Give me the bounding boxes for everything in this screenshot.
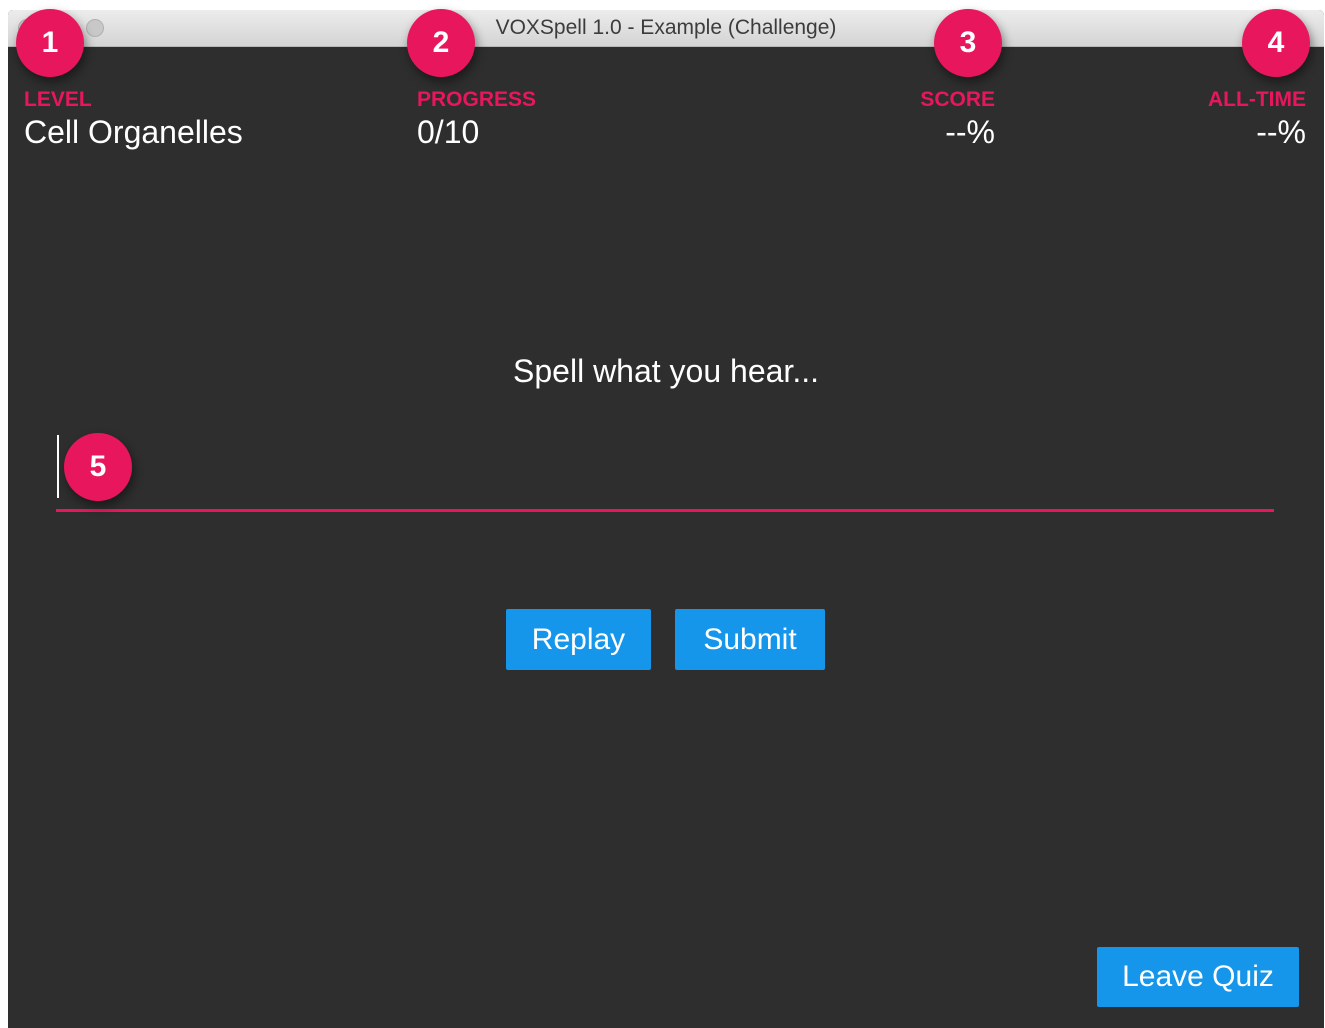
progress-label: PROGRESS (417, 88, 537, 111)
submit-button[interactable]: Submit (675, 609, 825, 670)
annotation-badge-4: 4 (1242, 9, 1310, 77)
progress-value: 0/10 (417, 114, 480, 150)
window-title: VOXSpell 1.0 - Example (Challenge) (495, 16, 837, 39)
score-value: --% (945, 114, 995, 150)
annotation-badge-2: 2 (407, 9, 475, 77)
all-time-label: ALL-TIME (1208, 88, 1306, 111)
app-window: VOXSpell 1.0 - Example (Challenge) LEVEL… (8, 10, 1324, 1028)
answer-input[interactable] (56, 434, 1274, 512)
level-value: Cell Organelles (24, 114, 243, 150)
leave-quiz-button[interactable]: Leave Quiz (1097, 947, 1299, 1007)
title-bar: VOXSpell 1.0 - Example (Challenge) (8, 10, 1324, 47)
spell-prompt: Spell what you hear... (513, 353, 819, 389)
all-time-value: --% (1256, 114, 1306, 150)
annotation-badge-1: 1 (16, 9, 84, 77)
annotation-badge-5: 5 (64, 433, 132, 501)
score-label: SCORE (920, 88, 995, 111)
level-label: LEVEL (24, 88, 92, 111)
text-caret (57, 435, 59, 498)
annotation-badge-3: 3 (934, 9, 1002, 77)
replay-button[interactable]: Replay (506, 609, 651, 670)
